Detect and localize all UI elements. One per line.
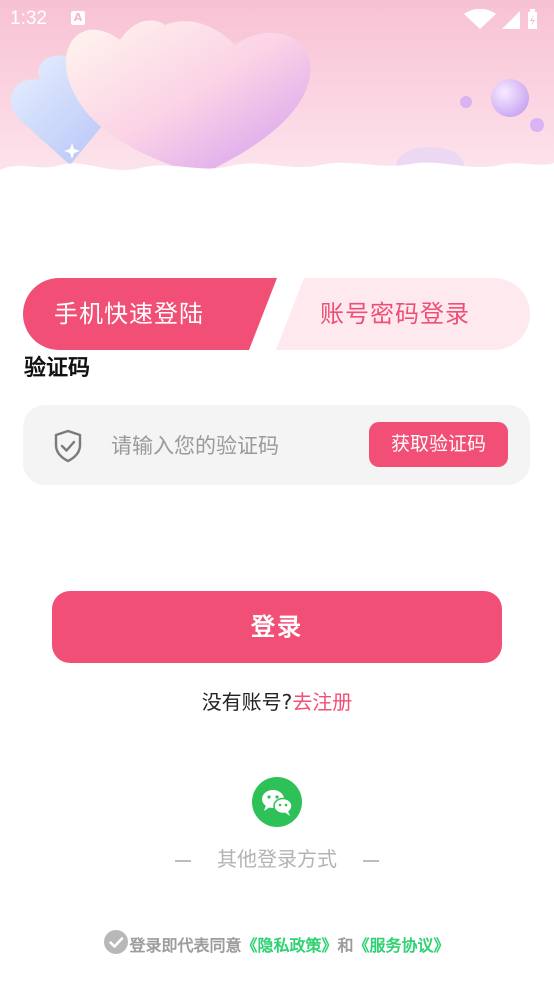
agreement-checkbox[interactable]	[104, 930, 129, 954]
register-line: 没有账号?去注册	[0, 686, 554, 715]
other-login-row: 其他登录方式	[0, 843, 554, 872]
tab-account-password-login[interactable]: 账号密码登录	[276, 278, 530, 350]
status-bar: 1:32 A	[0, 0, 554, 38]
divider-left	[175, 859, 191, 862]
register-link[interactable]: 去注册	[292, 690, 352, 714]
login-button[interactable]: 登录	[52, 591, 502, 663]
status-time: 1:32	[10, 8, 47, 29]
signal-icon	[502, 11, 520, 29]
wechat-icon	[262, 790, 293, 816]
register-question: 没有账号?	[201, 690, 293, 714]
service-agreement-link[interactable]: 《服务协议》	[354, 936, 450, 955]
agreement-and: 和	[337, 936, 354, 955]
agreement-line: 登录即代表同意《隐私政策》和《服务协议》	[0, 930, 554, 956]
tab-phone-quick-login[interactable]: 手机快速登陆	[23, 278, 277, 350]
shield-check-icon	[54, 429, 82, 463]
battery-icon	[528, 9, 537, 29]
get-code-button[interactable]: 获取验证码	[369, 422, 508, 467]
wifi-icon	[464, 9, 496, 29]
other-login-label: 其他登录方式	[217, 847, 337, 871]
code-input[interactable]	[109, 425, 353, 467]
privacy-policy-link[interactable]: 《隐私政策》	[241, 936, 337, 955]
code-field: 获取验证码	[23, 405, 530, 485]
notification-icon: A	[71, 11, 85, 25]
divider-right	[363, 859, 379, 862]
agreement-prefix: 登录即代表同意	[129, 936, 242, 955]
tab-phone-quick-login-label: 手机快速登陆	[54, 300, 204, 328]
status-icons	[464, 9, 537, 29]
code-heading: 验证码	[24, 356, 91, 381]
tab-account-password-login-label: 账号密码登录	[320, 300, 470, 328]
check-circle-icon	[109, 937, 124, 948]
wechat-login-button[interactable]	[252, 777, 302, 827]
